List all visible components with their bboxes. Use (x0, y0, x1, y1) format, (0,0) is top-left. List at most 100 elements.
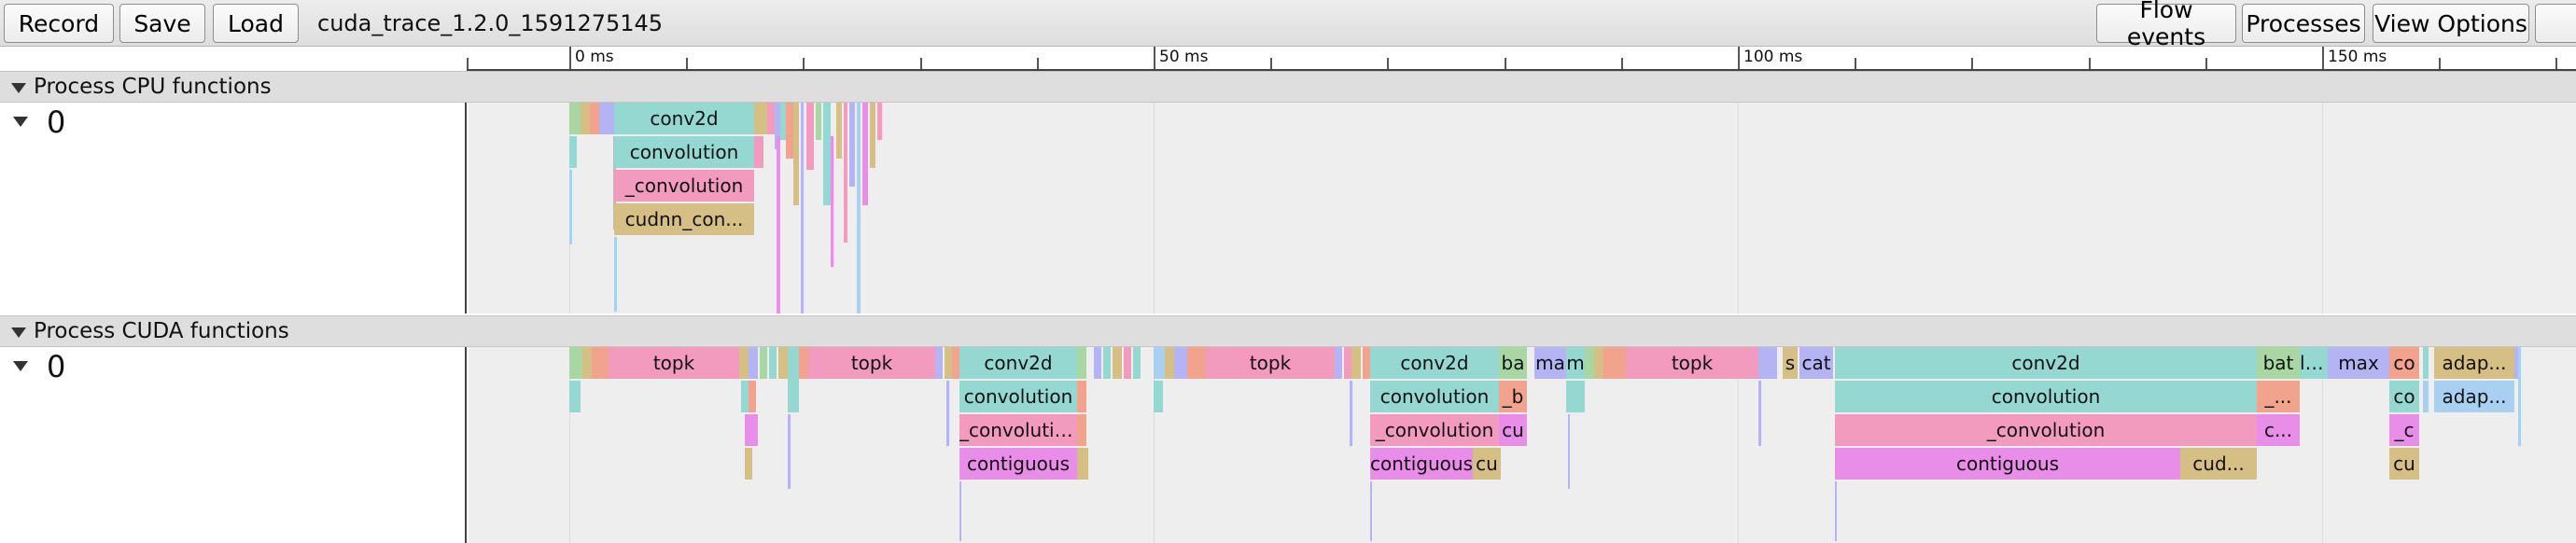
cpu-slice-_convolution[interactable]: _convolution (614, 170, 754, 202)
cuda-slice-conv2d[interactable]: conv2d (1370, 347, 1499, 379)
cuda-slice-m[interactable]: m (1566, 347, 1585, 379)
event-sliver[interactable] (1077, 347, 1086, 379)
event-sliver[interactable] (754, 103, 767, 134)
event-sliver[interactable] (599, 103, 614, 134)
view-options-button[interactable]: View Options (2373, 4, 2529, 43)
event-sliver[interactable] (1758, 347, 1768, 379)
event-sliver[interactable] (582, 347, 592, 379)
cuda-slice-topk[interactable]: topk (609, 347, 739, 379)
event-sliver[interactable] (1363, 347, 1370, 379)
event-sliver[interactable] (786, 103, 793, 159)
time-ruler[interactable]: 0 ms 50 ms 100 ms 150 ms (467, 47, 2576, 71)
event-sliver[interactable] (788, 347, 799, 412)
event-sliver[interactable] (778, 347, 788, 379)
event-sliver[interactable] (862, 103, 868, 205)
event-sliver[interactable] (569, 170, 572, 244)
cuda-slice-_b[interactable]: _b (1499, 381, 1527, 412)
event-sliver[interactable] (1124, 347, 1131, 379)
cuda-slice-co[interactable]: co (2389, 347, 2419, 379)
event-sliver[interactable] (1344, 347, 1351, 379)
event-sliver[interactable] (1113, 347, 1122, 379)
event-sliver[interactable] (2423, 381, 2429, 412)
cpu-slice-conv2d[interactable]: conv2d (614, 103, 754, 134)
cuda-slice-convolution[interactable]: convolution (1835, 381, 2257, 412)
cuda-slice-_convolution[interactable]: _convolution (1370, 414, 1499, 446)
event-sliver[interactable] (1568, 414, 1570, 489)
cuda-slice-lea[interactable]: lea (2300, 347, 2328, 379)
event-sliver[interactable] (870, 103, 875, 168)
event-sliver[interactable] (959, 481, 961, 541)
event-sliver[interactable] (749, 347, 758, 379)
event-sliver[interactable] (844, 103, 847, 243)
event-sliver[interactable] (581, 103, 590, 134)
process-header-cuda[interactable]: Process CUDA functions (0, 315, 2576, 347)
event-sliver[interactable] (769, 347, 777, 379)
collapse-triangle-icon[interactable] (11, 327, 26, 338)
event-sliver[interactable] (1077, 414, 1086, 446)
save-button[interactable]: Save (119, 4, 205, 43)
event-sliver[interactable] (739, 347, 749, 379)
event-sliver[interactable] (1174, 347, 1187, 379)
search-input[interactable] (2535, 4, 2576, 43)
cuda-slice-topk[interactable]: topk (808, 347, 935, 379)
event-sliver[interactable] (849, 103, 855, 187)
event-sliver[interactable] (1603, 347, 1626, 379)
event-sliver[interactable] (799, 347, 808, 379)
event-sliver[interactable] (1594, 347, 1603, 379)
event-sliver[interactable] (1758, 381, 1761, 446)
event-sliver[interactable] (760, 347, 767, 379)
event-sliver[interactable] (1094, 347, 1101, 379)
cuda-slice-ba[interactable]: ba (1499, 347, 1527, 379)
collapse-triangle-icon[interactable] (13, 117, 28, 127)
cpu-track[interactable]: conv2d convolution _convolution cudnn_co… (469, 103, 2576, 313)
event-sliver[interactable] (1350, 381, 1352, 446)
event-sliver[interactable] (745, 448, 752, 480)
cpu-slice-convolution[interactable]: convolution (614, 136, 754, 168)
event-sliver[interactable] (777, 136, 780, 313)
load-button[interactable]: Load (213, 4, 299, 43)
cuda-slice-cudnn[interactable]: cud... (2180, 448, 2257, 480)
event-sliver[interactable] (823, 103, 831, 205)
event-sliver[interactable] (592, 347, 609, 379)
event-sliver[interactable] (1077, 381, 1086, 412)
event-sliver[interactable] (1154, 347, 1165, 379)
cuda-slice-contiguous[interactable]: contiguous (1370, 448, 1473, 480)
processes-button[interactable]: Processes (2242, 4, 2365, 43)
event-sliver[interactable] (877, 103, 882, 140)
event-sliver[interactable] (569, 347, 582, 379)
process-header-cpu[interactable]: Process CPU functions (0, 71, 2576, 103)
collapse-triangle-icon[interactable] (13, 361, 28, 371)
cuda-slice-contiguous[interactable]: contiguous (959, 448, 1077, 480)
cuda-slice-bat[interactable]: bat (2257, 347, 2300, 379)
cuda-slice-_...[interactable]: _... (2257, 381, 2300, 412)
event-sliver[interactable] (935, 347, 943, 379)
cuda-slice-ma[interactable]: ma (1534, 347, 1566, 379)
event-sliver[interactable] (816, 103, 821, 140)
event-sliver[interactable] (806, 103, 814, 170)
cuda-slice-topk[interactable]: topk (1206, 347, 1335, 379)
event-sliver[interactable] (2518, 347, 2521, 446)
cuda-slice-c...[interactable]: c... (2257, 414, 2300, 446)
cuda-slice-co[interactable]: co (2389, 381, 2419, 412)
event-sliver[interactable] (1103, 347, 1111, 379)
event-sliver[interactable] (754, 136, 763, 168)
event-sliver[interactable] (569, 381, 581, 412)
cpu-slice-cudnn[interactable]: cudnn_con... (614, 203, 754, 235)
collapse-triangle-icon[interactable] (11, 83, 26, 93)
event-sliver[interactable] (831, 136, 833, 267)
event-sliver[interactable] (801, 103, 804, 313)
event-sliver[interactable] (1585, 347, 1594, 379)
event-sliver[interactable] (1566, 381, 1585, 412)
cuda-slice-adaptive[interactable]: adap... (2434, 381, 2514, 412)
cuda-slice-cu[interactable]: cu (1499, 414, 1527, 446)
event-sliver[interactable] (1077, 448, 1088, 480)
event-sliver[interactable] (767, 103, 775, 134)
event-sliver[interactable] (2423, 347, 2429, 379)
event-sliver[interactable] (590, 103, 599, 134)
cuda-slice-_convolution[interactable]: _convolution (1835, 414, 2257, 446)
event-sliver[interactable] (1133, 347, 1141, 379)
event-sliver[interactable] (1165, 347, 1174, 379)
event-sliver[interactable] (1370, 481, 1372, 541)
event-sliver[interactable] (1154, 381, 1163, 412)
cuda-slice-adaptive[interactable]: adap... (2434, 347, 2514, 379)
